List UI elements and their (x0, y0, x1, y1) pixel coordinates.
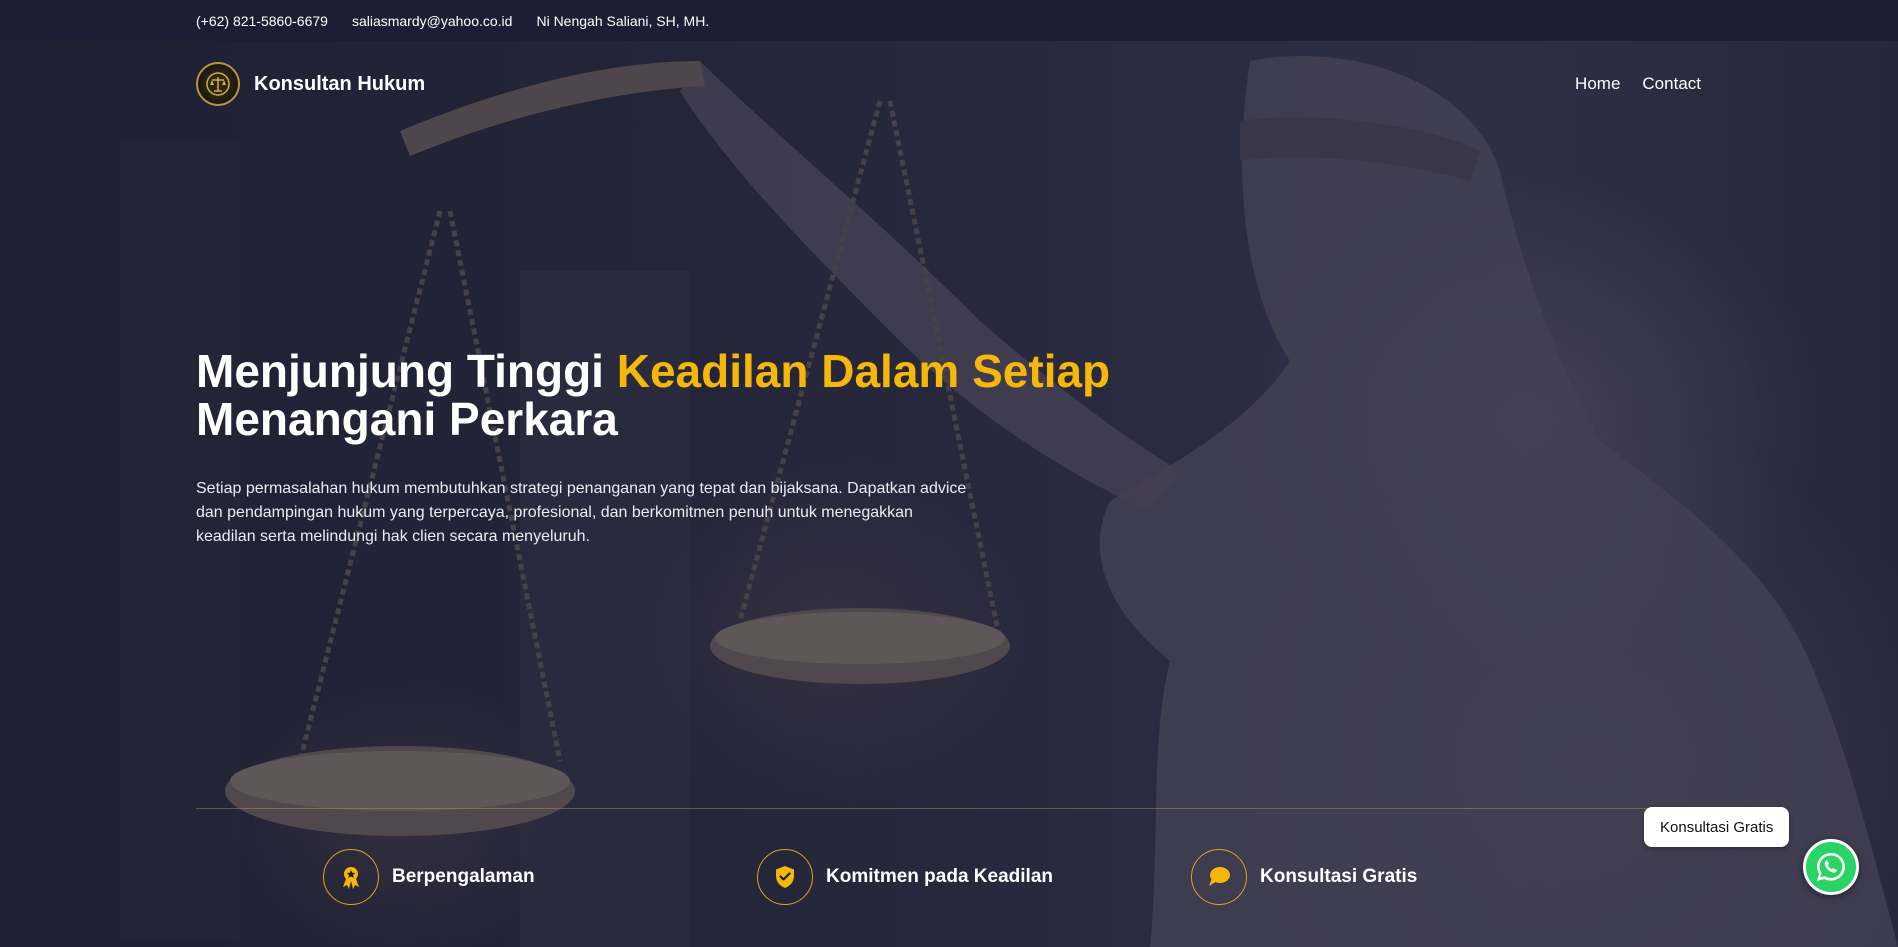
nav-links: Home Contact (1575, 74, 1701, 94)
hero-section: Konsultan Hukum Home Contact Menjunjung … (0, 41, 1898, 947)
email-address[interactable]: saliasmardy@yahoo.co.id (352, 13, 513, 29)
hero-divider (196, 808, 1734, 809)
phone-number[interactable]: (+62) 821-5860-6679 (196, 13, 328, 29)
hero-headline: Menjunjung Tinggi Keadilan Dalam Setiap … (196, 347, 1196, 443)
feature-item-berpengalaman: Berpengalaman (323, 849, 535, 905)
feature-item-konsultasi: Konsultasi Gratis (1191, 849, 1417, 905)
feature-item-komitmen: Komitmen pada Keadilan (757, 849, 1053, 905)
whatsapp-button[interactable] (1803, 839, 1859, 895)
chat-bubble-icon (1191, 849, 1247, 905)
law-firm-logo-icon (196, 62, 240, 106)
main-navigation: Konsultan Hukum Home Contact (196, 61, 1701, 107)
whatsapp-icon (1817, 853, 1845, 881)
headline-part2: Menangani Perkara (196, 393, 618, 445)
feature-label: Konsultasi Gratis (1260, 866, 1418, 887)
award-badge-icon (323, 849, 379, 905)
nav-link-contact[interactable]: Contact (1642, 74, 1701, 94)
top-info-bar: (+62) 821-5860-6679 saliasmardy@yahoo.co… (0, 0, 1898, 41)
features-row: Berpengalaman Komitmen pada Keadilan Kon… (0, 849, 1898, 909)
feature-label: Berpengalaman (392, 866, 535, 887)
headline-part1: Menjunjung Tinggi (196, 345, 604, 397)
feature-label: Komitmen pada Keadilan (826, 866, 1053, 887)
shield-check-icon (757, 849, 813, 905)
hero-description: Setiap permasalahan hukum membutuhkan st… (196, 480, 967, 545)
brand-name: Konsultan Hukum (254, 72, 426, 95)
lawyer-name: Ni Nengah Saliani, SH, MH. (536, 12, 710, 29)
whatsapp-tooltip-label[interactable]: Konsultasi Gratis (1644, 807, 1790, 847)
brand[interactable]: Konsultan Hukum (196, 62, 425, 106)
headline-accent: Keadilan Dalam Setiap (616, 345, 1111, 397)
nav-link-home[interactable]: Home (1575, 74, 1620, 94)
